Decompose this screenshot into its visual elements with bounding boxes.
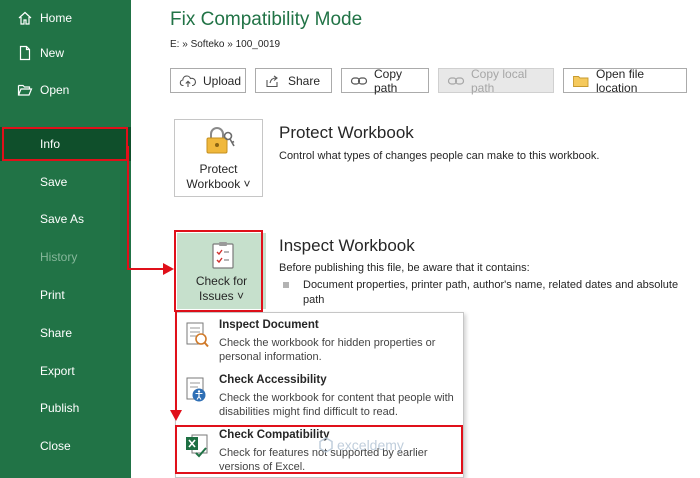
exceldemy-logo-icon xyxy=(319,437,333,453)
sidebar-item-label: Save As xyxy=(40,212,85,226)
menu-item-inspect-document[interactable]: Inspect Document Check the workbook for … xyxy=(176,313,463,367)
sidebar-item-label: Close xyxy=(40,439,71,453)
sidebar-item-label: Open xyxy=(40,83,70,97)
folder-icon xyxy=(573,75,589,87)
sidebar-item-home[interactable]: Home xyxy=(0,0,131,36)
sidebar-item-save-as[interactable]: Save As xyxy=(0,201,131,237)
protect-workbook-description: Control what types of changes people can… xyxy=(279,150,600,162)
menu-item-title: Check Accessibility xyxy=(219,374,327,386)
accessibility-icon xyxy=(186,377,206,402)
inspect-workbook-heading: Inspect Workbook xyxy=(279,236,415,255)
upload-label: Upload xyxy=(203,73,242,88)
info-highlight-box xyxy=(2,127,128,161)
sidebar-item-label: Share xyxy=(40,326,73,340)
watermark: exceldemy xyxy=(318,437,404,453)
sidebar-item-label: Export xyxy=(40,364,75,378)
protect-workbook-caption-line2: Workbook ˅ xyxy=(186,177,251,191)
link-icon xyxy=(350,76,368,85)
copy-local-path-button: Copy local path xyxy=(438,66,554,95)
share-icon xyxy=(266,75,278,87)
backstage-sidebar: Home New Open Info Save Save As History … xyxy=(0,0,131,478)
sidebar-item-publish[interactable]: Publish xyxy=(0,390,131,426)
check-for-issues-highlight-box xyxy=(174,230,263,312)
annotation-arrow-vertical xyxy=(127,146,129,270)
menu-item-description: Check the workbook for content that peop… xyxy=(219,392,454,418)
sidebar-item-label: Save xyxy=(40,175,68,189)
sidebar-item-label: History xyxy=(40,250,78,264)
annotation-arrowhead-down xyxy=(170,410,182,421)
sidebar-item-label: Print xyxy=(40,288,65,302)
open-folder-icon xyxy=(17,84,33,96)
copy-path-label: Copy path xyxy=(374,66,403,95)
protect-workbook-caption-line1: Protect xyxy=(199,162,238,176)
sidebar-item-close[interactable]: Close xyxy=(0,428,131,464)
upload-button[interactable]: Upload xyxy=(170,68,246,93)
bullet-marker xyxy=(283,282,289,288)
inspect-document-icon xyxy=(186,322,209,348)
copy-path-button[interactable]: Copy path xyxy=(341,66,429,95)
menu-item-title: Inspect Document xyxy=(219,319,319,331)
menu-item-description: Check the workbook for hidden properties… xyxy=(219,337,436,363)
menu-item-check-accessibility[interactable]: Check Accessibility Check the workbook f… xyxy=(176,368,463,422)
sidebar-item-save[interactable]: Save xyxy=(0,164,131,200)
open-file-location-button[interactable]: Open file location xyxy=(563,66,687,95)
breadcrumb: E: » Softeko » 100_0019 xyxy=(170,39,281,50)
sidebar-item-open[interactable]: Open xyxy=(0,72,131,108)
protect-workbook-heading: Protect Workbook xyxy=(279,123,414,142)
share-label: Share xyxy=(288,73,321,88)
inspect-bullet-text: Document properties, printer path, autho… xyxy=(303,279,679,306)
home-icon xyxy=(18,11,32,25)
new-document-icon xyxy=(19,45,31,61)
share-button[interactable]: Share xyxy=(255,68,332,93)
sidebar-item-label: Publish xyxy=(40,401,80,415)
sidebar-item-new[interactable]: New xyxy=(0,35,131,71)
annotation-arrow-down xyxy=(175,312,177,412)
annotation-arrow-horizontal xyxy=(127,268,165,270)
inspect-workbook-description: Before publishing this file, be aware th… xyxy=(279,262,530,274)
sidebar-item-label: New xyxy=(40,46,65,60)
open-file-location-label: Open file location xyxy=(596,66,645,95)
sidebar-item-label: Home xyxy=(40,11,73,25)
cloud-upload-icon xyxy=(179,74,197,87)
protect-workbook-button[interactable]: Protect Workbook ˅ xyxy=(174,119,263,197)
lock-key-icon xyxy=(206,127,235,154)
watermark-text: exceldemy xyxy=(337,437,404,453)
copy-local-path-label: Copy local path xyxy=(471,66,528,95)
sidebar-item-print[interactable]: Print xyxy=(0,277,131,313)
sidebar-item-share[interactable]: Share xyxy=(0,315,131,351)
sidebar-item-history: History xyxy=(0,239,131,275)
sidebar-item-export[interactable]: Export xyxy=(0,353,131,389)
annotation-arrowhead-right xyxy=(163,263,174,275)
page-title: Fix Compatibility Mode xyxy=(170,9,363,30)
link-icon xyxy=(447,76,465,85)
